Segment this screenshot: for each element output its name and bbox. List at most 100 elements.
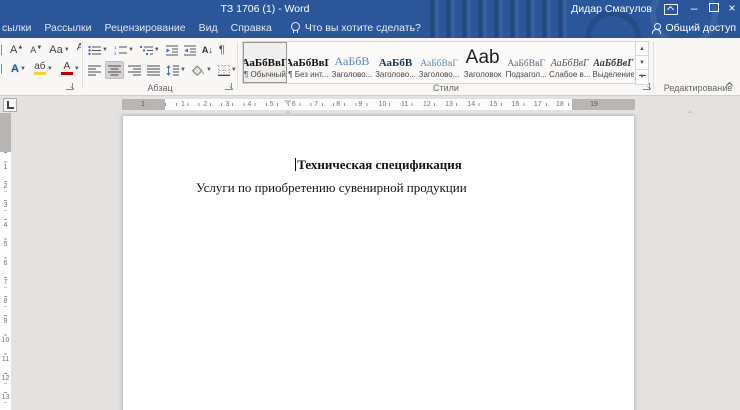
group-separator (237, 42, 238, 89)
document-body-line[interactable]: Услуги по приобретению сувенирной продук… (123, 180, 634, 196)
align-right-button[interactable] (126, 62, 143, 78)
style-label: Подзагол... (505, 70, 547, 79)
style-label: ¶ Обычный (244, 70, 286, 79)
tab-сылки[interactable]: сылки (2, 22, 31, 34)
vertical-ruler[interactable]: 1234567891011121314 (0, 113, 11, 410)
styles-gallery: АаБбВвГ¶ ОбычныйАаБбВвГ¶ Без инт...АаБбВ… (242, 41, 636, 84)
restore-button[interactable] (704, 0, 724, 18)
numbering-button[interactable]: 12 ▼ (112, 42, 136, 58)
font-group: А▲ А▼ Aa▼ А А▼ аб▼ А▼ ↘ (0, 38, 81, 95)
ruler-number: 6 (0, 260, 11, 268)
text-effects-button[interactable]: А▼ (9, 61, 28, 77)
share-button[interactable]: Общий доступ (652, 18, 736, 38)
text-highlight-color-button[interactable]: аб▼ (32, 61, 55, 77)
style-preview: АаБбВвГ (244, 43, 286, 69)
document-title-line[interactable]: Техническая спецификация (123, 157, 634, 173)
style-item[interactable]: АаБбВвГ¶ Без инт... (287, 42, 331, 83)
tab-рассылки[interactable]: Рассылки (44, 22, 91, 34)
style-item[interactable]: АаbЗаголовок (461, 42, 505, 83)
close-button[interactable]: × (722, 0, 740, 18)
ruler-number: 1 (140, 100, 146, 109)
multilevel-list-button[interactable]: ▼ (138, 42, 162, 58)
tell-me-box[interactable]: Что вы хотите сделать? (291, 22, 421, 34)
style-preview: АаБбВвГ (505, 43, 547, 69)
style-item[interactable]: АаБбВвГПодзагол... (504, 42, 548, 83)
ruler-row: 112345678910111213141516171819 (0, 96, 740, 113)
style-item[interactable]: АаБбВЗаголово... (374, 42, 418, 83)
style-preview: АаБбВ (375, 43, 417, 69)
collapse-ribbon-button[interactable] (726, 81, 733, 88)
ruler-number: 13 (444, 100, 454, 109)
style-item[interactable]: АаБбВвГЗаголово... (417, 42, 461, 83)
ruler-number: 8 (0, 298, 11, 306)
grow-font-button[interactable]: А▲ (8, 42, 25, 58)
document-title: ТЗ 1706 (1) - Word (0, 0, 530, 18)
bullets-button[interactable]: ▼ (86, 42, 110, 58)
paragraph-group-label: Абзац (84, 83, 236, 93)
show-paragraph-marks-button[interactable]: ¶ (217, 42, 227, 58)
justify-button[interactable] (145, 62, 162, 78)
style-preview: Ааb (462, 43, 504, 69)
tab-вид[interactable]: Вид (199, 22, 218, 34)
style-preview: АаБбВвГ (418, 43, 460, 69)
tab-справка[interactable]: Справка (231, 22, 272, 34)
account-user-name[interactable]: Дидар Смагулов (571, 0, 652, 18)
ruler-number: 5 (0, 241, 11, 249)
style-item[interactable]: АаБбВЗаголово... (330, 42, 374, 83)
style-label: Заголово... (375, 70, 417, 79)
increase-indent-button[interactable] (182, 42, 198, 58)
tab-рецензирование[interactable]: Рецензирование (105, 22, 186, 34)
sort-button[interactable]: А↓ (200, 42, 215, 58)
decrease-indent-button[interactable] (164, 42, 180, 58)
gallery-scroll-down-button[interactable]: ▼ (635, 55, 649, 70)
align-center-button[interactable] (105, 61, 124, 79)
tell-me-label: Что вы хотите сделать? (305, 22, 421, 34)
word-window: ТЗ 1706 (1) - Word Дидар Смагулов – × сы… (0, 0, 740, 410)
cropped-icon (0, 63, 5, 75)
ruler-number: 15 (488, 100, 498, 109)
borders-button[interactable]: ▼ (216, 62, 239, 78)
style-label: Заголовок (462, 70, 504, 79)
ruler-number: 6 (291, 100, 297, 109)
style-label: ¶ Без инт... (288, 70, 330, 79)
style-label: Слабое в... (549, 70, 591, 79)
style-preview: АаБбВвГ (593, 43, 635, 69)
ruler-number: 1 (0, 164, 11, 172)
cropped-icon (0, 44, 5, 56)
ruler-number: 16 (511, 100, 521, 109)
align-left-button[interactable] (86, 62, 103, 78)
document-page[interactable]: Техническая спецификация Услуги по приоб… (122, 115, 635, 410)
shading-button[interactable]: ▼ (190, 62, 214, 78)
paragraph-dialog-launcher[interactable]: ↘ (225, 83, 234, 92)
change-case-button[interactable]: Aa▼ (47, 42, 71, 58)
style-preview: АаБбВвГ (549, 43, 591, 69)
group-separator (653, 42, 654, 89)
ruler-number: 7 (0, 279, 11, 287)
ruler-margin-area (0, 113, 11, 152)
styles-gallery-scroll: ▲ ▼ ▼ (635, 41, 648, 82)
tab-selector[interactable] (3, 98, 17, 112)
ruler-number: 19 (589, 100, 599, 109)
style-label: Заголово... (331, 70, 373, 79)
font-color-button[interactable]: А▼ (59, 61, 81, 77)
style-item[interactable]: АаБбВвГСлабое в... (548, 42, 592, 83)
ribbon-tabs: сылки Рассылки Рецензирование Вид Справка Чт… (0, 18, 740, 38)
svg-text:1: 1 (114, 45, 117, 50)
ruler-number: 2 (202, 100, 208, 109)
lightbulb-icon (291, 22, 300, 34)
line-spacing-button[interactable]: ▼ (164, 62, 188, 78)
ruler-number: 3 (0, 202, 11, 210)
ruler-number: 5 (269, 100, 275, 109)
font-dialog-launcher[interactable]: ↘ (66, 83, 75, 92)
horizontal-ruler[interactable]: 112345678910111213141516171819 (122, 99, 635, 110)
minimize-button[interactable]: – (684, 0, 704, 18)
style-item[interactable]: АаБбВвГВыделение (592, 42, 636, 83)
shrink-font-button[interactable]: А▼ (28, 42, 44, 58)
ribbon-display-options-icon[interactable] (664, 4, 678, 15)
gallery-scroll-up-button[interactable]: ▲ (635, 41, 649, 56)
ruler-number: 11 (400, 100, 409, 109)
style-item[interactable]: АаБбВвГ¶ Обычный (243, 42, 287, 83)
styles-dialog-launcher[interactable]: ↘ (643, 83, 652, 92)
ruler-number: 13 (0, 394, 11, 402)
clear-formatting-button[interactable]: А (75, 42, 81, 58)
